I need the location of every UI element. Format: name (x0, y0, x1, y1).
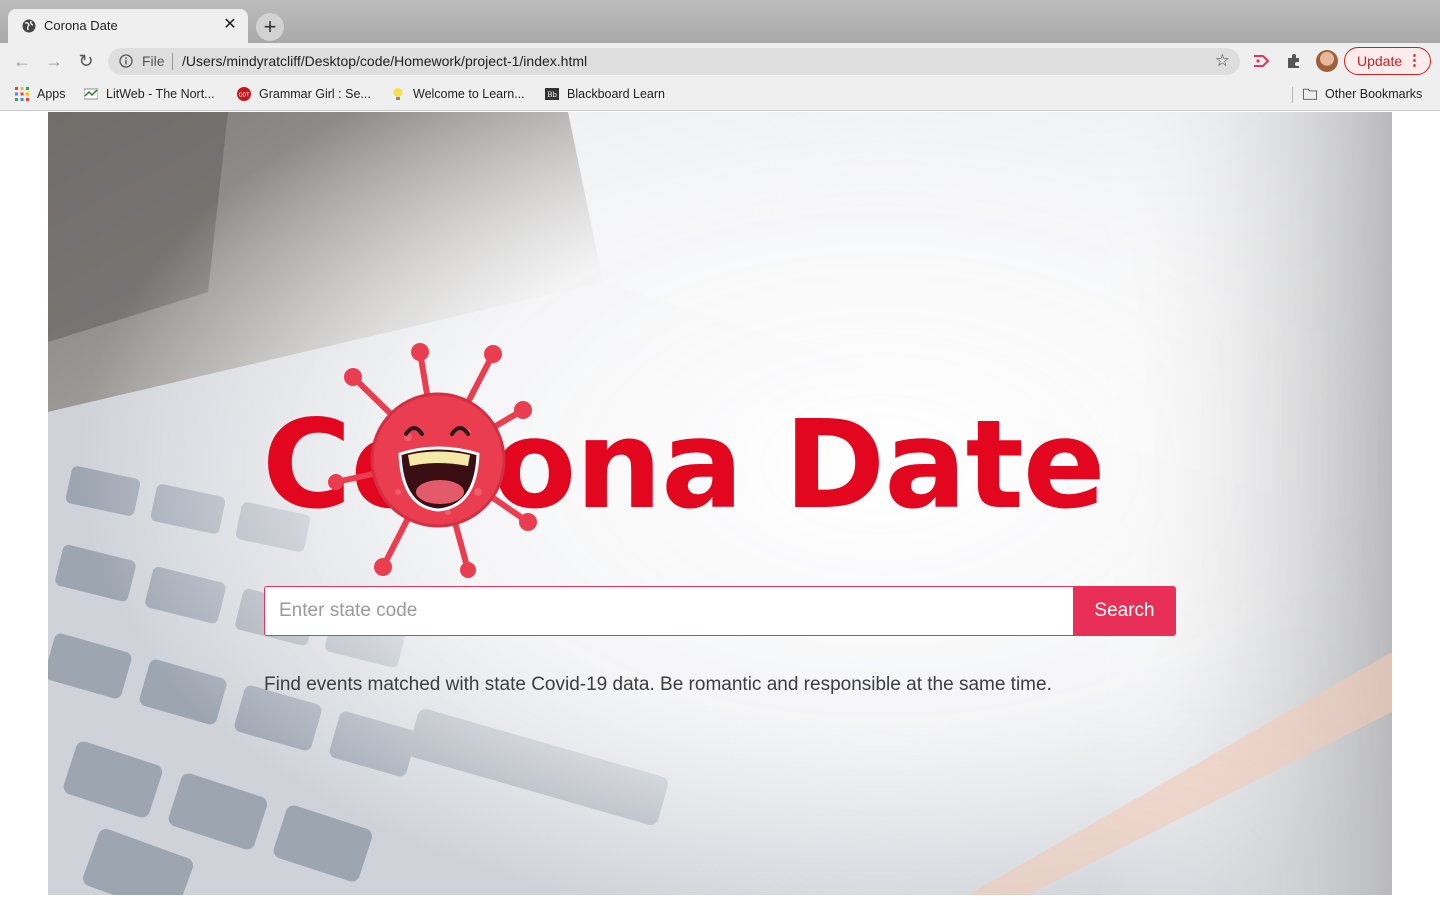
bookmark-blackboard[interactable]: Bb Blackboard Learn (545, 87, 665, 103)
grammar-girl-icon: QDT (237, 87, 251, 101)
litweb-icon (84, 88, 98, 100)
back-arrow-icon[interactable]: ← (11, 50, 33, 72)
apps-grid-icon (15, 87, 29, 101)
search-button[interactable]: Search (1073, 586, 1176, 636)
svg-text:Bb: Bb (547, 91, 557, 99)
globe-icon (22, 19, 36, 33)
profile-avatar[interactable] (1316, 50, 1338, 72)
bookmark-label: Apps (37, 87, 66, 101)
folder-icon (1303, 88, 1317, 100)
bookmark-grammar-girl[interactable]: QDT Grammar Girl : Se... (237, 87, 371, 103)
svg-text:QDT: QDT (239, 93, 251, 99)
tagline: Find events matched with state Covid-19 … (264, 674, 1052, 695)
hero-section: Corona Date Enter state code Search Find… (48, 112, 1392, 895)
blackboard-icon: Bb (545, 88, 559, 100)
bookmarks-divider (1292, 87, 1293, 103)
info-icon[interactable] (119, 54, 133, 68)
bookmark-litweb[interactable]: LitWeb - The Nort... (84, 87, 215, 103)
omnibox-divider (172, 53, 173, 70)
tab-title: Corona Date (44, 18, 118, 33)
reload-icon[interactable]: ↻ (75, 50, 97, 72)
bookmark-star-icon[interactable]: ☆ (1215, 51, 1230, 71)
bookmark-label: LitWeb - The Nort... (106, 87, 215, 101)
cast-extension-icon[interactable] (1252, 52, 1270, 70)
extensions-puzzle-icon[interactable] (1285, 52, 1303, 70)
url-text[interactable]: /Users/mindyratcliff/Desktop/code/Homewo… (182, 53, 587, 69)
browser-toolbar: ← → ↻ File /Users/mindyratcliff/Desktop/… (0, 43, 1440, 79)
other-bookmarks[interactable]: Other Bookmarks (1303, 87, 1422, 103)
other-bookmarks-label: Other Bookmarks (1325, 87, 1423, 101)
tab-strip: Corona Date ✕ + (0, 0, 1440, 43)
address-bar[interactable]: File /Users/mindyratcliff/Desktop/code/H… (108, 48, 1240, 75)
update-button[interactable]: Update ⋮ (1344, 47, 1431, 75)
tab-close-icon[interactable]: ✕ (220, 15, 240, 35)
bookmark-welcome-learn[interactable]: Welcome to Learn... (391, 87, 525, 103)
bookmarks-bar: Apps LitWeb - The Nort... QDT Grammar Gi… (0, 79, 1440, 111)
forward-arrow-icon[interactable]: → (43, 50, 65, 72)
browser-tab[interactable]: Corona Date ✕ (8, 9, 248, 43)
bookmark-label: Welcome to Learn... (413, 87, 525, 101)
bookmark-apps[interactable]: Apps (15, 87, 66, 103)
kebab-menu-icon[interactable]: ⋮ (1407, 51, 1422, 69)
corona-date-logo: Corona Date (262, 342, 1132, 578)
update-label: Update (1357, 53, 1403, 69)
scheme-label: File (142, 53, 165, 69)
virus-mascot-icon (328, 343, 537, 578)
new-tab-button[interactable]: + (256, 13, 284, 41)
bookmark-label: Blackboard Learn (567, 87, 665, 101)
state-code-input[interactable] (264, 586, 1074, 636)
bookmark-label: Grammar Girl : Se... (259, 87, 371, 101)
lightbulb-icon (393, 88, 403, 100)
